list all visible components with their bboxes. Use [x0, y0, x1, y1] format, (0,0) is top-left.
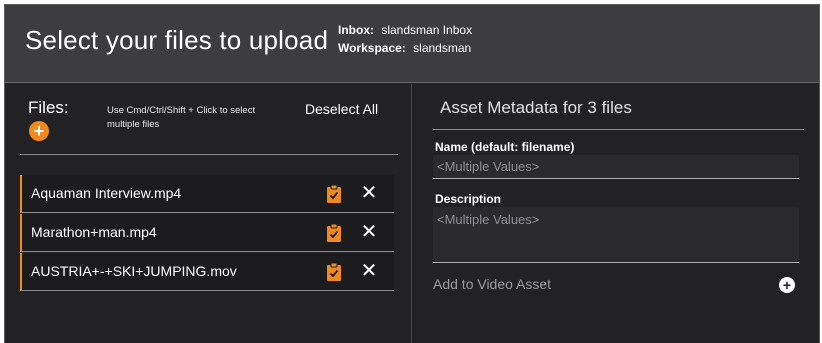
add-to-video-asset-plus-icon[interactable]: + — [779, 277, 795, 293]
files-divider — [20, 154, 398, 155]
file-row[interactable]: AUSTRIA+-+SKI+JUMPING.mov ✕ — [20, 253, 394, 291]
clipboard-check-icon[interactable] — [326, 262, 342, 282]
file-name: Aquaman Interview.mp4 — [31, 185, 182, 201]
destination-info: Inbox: slandsman Inbox Workspace: slands… — [338, 21, 472, 57]
remove-file-icon[interactable]: ✕ — [358, 181, 380, 205]
description-field[interactable] — [433, 207, 799, 263]
multi-select-hint: Use Cmd/Ctrl/Shift + Click to select mul… — [107, 105, 256, 130]
file-row[interactable]: Marathon+man.mp4 ✕ — [20, 214, 394, 252]
file-row[interactable]: Aquaman Interview.mp4 ✕ — [20, 175, 394, 213]
clipboard-check-icon[interactable] — [326, 184, 342, 204]
files-panel: Files: + Use Cmd/Ctrl/Shift + Click to s… — [5, 84, 412, 343]
workspace-line: Workspace: slandsman — [338, 39, 472, 57]
metadata-title: Asset Metadata for 3 files — [440, 98, 632, 117]
dialog-header: Select your files to upload Inbox: sland… — [5, 5, 819, 83]
remove-file-icon[interactable]: ✕ — [358, 259, 380, 283]
file-list: Aquaman Interview.mp4 ✕ Marathon+man.mp4… — [20, 175, 394, 292]
metadata-divider — [433, 129, 804, 130]
upload-dialog: Select your files to upload Inbox: sland… — [4, 4, 820, 343]
name-field-label: Name (default: filename) — [435, 140, 575, 154]
dialog-title: Select your files to upload — [25, 25, 329, 55]
metadata-panel: Asset Metadata for 3 files Name (default… — [413, 84, 820, 343]
add-to-video-asset-link[interactable]: Add to Video Asset — [433, 276, 551, 292]
name-field[interactable] — [433, 155, 799, 179]
remove-file-icon[interactable]: ✕ — [358, 220, 380, 244]
file-name: Marathon+man.mp4 — [31, 224, 157, 240]
inbox-key: Inbox: — [338, 23, 374, 37]
add-files-button[interactable]: + — [29, 121, 49, 141]
inbox-value: slandsman Inbox — [381, 23, 473, 37]
workspace-key: Workspace: — [338, 41, 406, 55]
deselect-all-button[interactable]: Deselect All — [305, 101, 378, 117]
workspace-value: slandsman — [413, 41, 472, 55]
inbox-line: Inbox: slandsman Inbox — [338, 21, 472, 39]
description-field-label: Description — [435, 192, 502, 206]
files-label: Files: — [28, 98, 69, 117]
file-name: AUSTRIA+-+SKI+JUMPING.mov — [31, 263, 237, 279]
clipboard-check-icon[interactable] — [326, 223, 342, 243]
